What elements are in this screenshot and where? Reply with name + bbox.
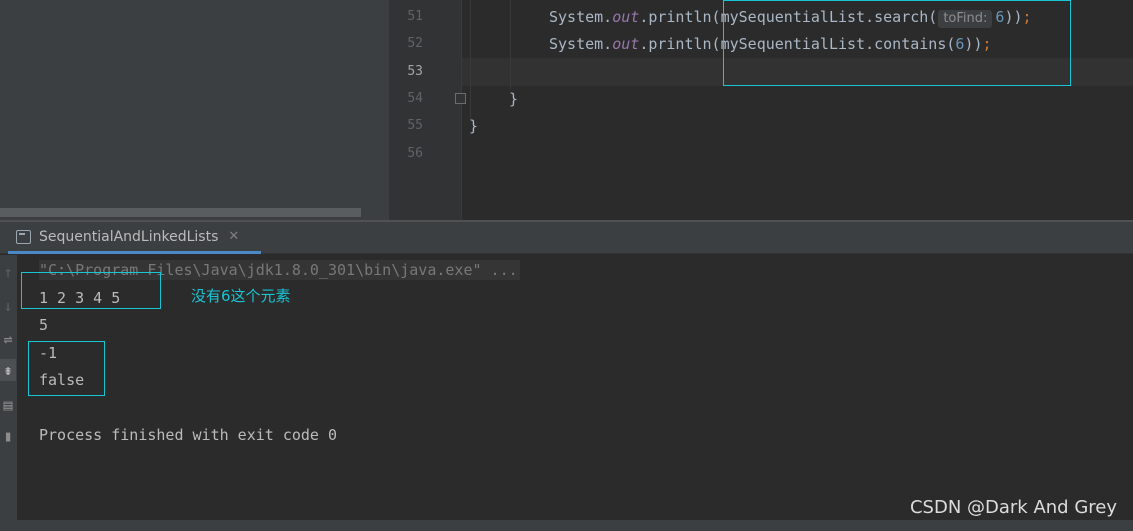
soft-wrap-icon[interactable]: ⇌ <box>0 328 16 350</box>
code-token: out <box>612 8 640 26</box>
editor-gutter <box>389 0 462 220</box>
horizontal-scrollbar[interactable] <box>0 208 361 217</box>
status-bar <box>0 520 1133 531</box>
close-icon[interactable]: ✕ <box>228 229 239 244</box>
console-output[interactable] <box>17 255 1133 520</box>
line-number-51: 51 <box>407 9 423 24</box>
fold-marker-icon[interactable] <box>455 93 466 104</box>
annotation-box-result <box>28 341 105 396</box>
line-number-55: 55 <box>407 118 423 133</box>
tab-run-configuration[interactable]: SequentialAndLinkedLists ✕ <box>8 222 261 254</box>
trash-icon[interactable]: ▮ <box>0 425 16 447</box>
code-editor[interactable]: 51 52 53 54 55 56 System.out.println(myS… <box>0 0 1133 220</box>
code-line-54[interactable]: } <box>509 89 518 109</box>
line-number-52: 52 <box>407 36 423 51</box>
indent-guide <box>470 0 471 120</box>
print-icon[interactable]: ▤ <box>0 394 16 416</box>
annotation-box-code <box>723 0 1071 86</box>
watermark: CSDN @Dark And Grey <box>909 497 1117 518</box>
arrow-down-icon[interactable]: ↓ <box>0 295 16 317</box>
scroll-to-end-icon[interactable]: ⇟ <box>0 359 16 381</box>
arrow-up-icon[interactable]: ↑ <box>0 261 16 283</box>
console-line: 5 <box>39 316 49 334</box>
tab-label: SequentialAndLinkedLists <box>39 228 219 245</box>
annotation-note: 没有6这个元素 <box>191 287 291 305</box>
code-line-55[interactable]: } <box>469 116 478 136</box>
code-token: System. <box>549 35 613 53</box>
closing-brace: } <box>509 90 519 108</box>
annotation-box-output <box>21 272 161 309</box>
code-token: out <box>612 35 640 53</box>
run-side-toolbar: ↑ ↓ ⇌ ⇟ ▤ ▮ <box>0 255 17 520</box>
line-number-53: 53 <box>407 64 423 79</box>
line-number-54: 54 <box>407 91 423 106</box>
line-number-56: 56 <box>407 146 423 161</box>
console-icon <box>16 229 31 244</box>
console-exit-line: Process finished with exit code 0 <box>39 426 338 444</box>
code-token: System. <box>549 8 613 26</box>
indent-guide <box>510 0 511 90</box>
closing-brace: } <box>469 117 479 135</box>
left-pane <box>0 0 389 220</box>
